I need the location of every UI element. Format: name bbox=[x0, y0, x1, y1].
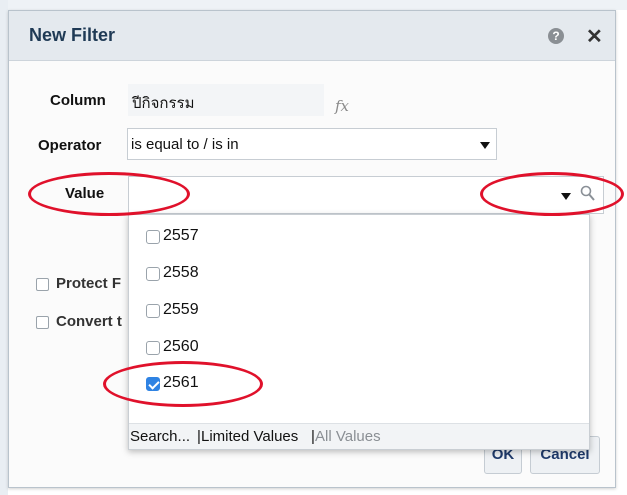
annotation-ellipse-value-label bbox=[28, 172, 190, 216]
convert-checkbox[interactable] bbox=[36, 316, 49, 329]
option-checkbox[interactable] bbox=[146, 230, 160, 244]
operator-selected-value: is equal to / is in bbox=[131, 136, 239, 153]
search-link[interactable]: Search... bbox=[130, 428, 190, 445]
background-left bbox=[0, 0, 8, 495]
protect-label: Protect F bbox=[56, 275, 122, 292]
help-icon[interactable]: ? bbox=[548, 28, 564, 44]
option-label: 2560 bbox=[163, 338, 199, 355]
limited-values-link[interactable]: Limited Values bbox=[201, 428, 298, 445]
operator-select[interactable]: is equal to / is in bbox=[127, 128, 497, 160]
annotation-ellipse-selected-option bbox=[103, 361, 263, 407]
all-values-link[interactable]: All Values bbox=[315, 428, 381, 445]
convert-label: Convert t bbox=[56, 313, 122, 330]
annotation-ellipse-value-controls bbox=[480, 172, 624, 216]
operator-dropdown-caret-icon[interactable] bbox=[480, 142, 490, 149]
option-label: 2557 bbox=[163, 227, 199, 244]
column-label: Column bbox=[50, 92, 106, 109]
dialog-titlebar: New Filter ? ✕ bbox=[9, 11, 615, 61]
column-value: ปีกิจกรรม bbox=[128, 84, 324, 116]
dropdown-footer: Search... | Limited Values | All Values bbox=[129, 423, 589, 449]
option-checkbox[interactable] bbox=[146, 341, 160, 355]
option-checkbox[interactable] bbox=[146, 304, 160, 318]
value-dropdown-list: 2557 2558 2559 2560 2561 Search... | Lim… bbox=[128, 214, 590, 450]
protect-checkbox[interactable] bbox=[36, 278, 49, 291]
dialog-title: New Filter bbox=[29, 25, 116, 45]
option-label: 2559 bbox=[163, 301, 199, 318]
close-icon[interactable]: ✕ bbox=[586, 24, 603, 49]
operator-label: Operator bbox=[38, 137, 102, 154]
option-label: 2558 bbox=[163, 264, 199, 281]
option-checkbox[interactable] bbox=[146, 267, 160, 281]
fx-icon[interactable]: fx bbox=[335, 97, 349, 115]
background-top bbox=[0, 0, 627, 10]
